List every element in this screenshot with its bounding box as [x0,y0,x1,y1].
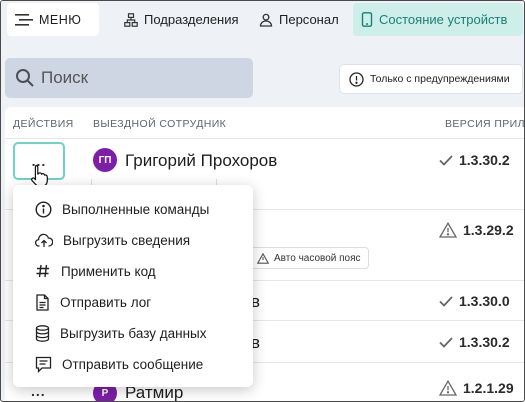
menu-item-send-log[interactable]: Отправить лог [13,287,253,317]
menu-item-label: Применить код [61,263,156,279]
app-version: 1.2.1.29 [439,380,514,396]
nav-devices-label: Состояние устройств [379,12,508,27]
nav-item-device-status[interactable]: Состояние устройств [353,3,523,36]
hierarchy-icon [124,12,138,27]
menu-item-label: Выгрузить базу данных [60,325,207,341]
info-circle-icon [35,200,52,218]
hash-icon [36,264,49,278]
message-icon [35,356,52,373]
column-header-actions[interactable]: ДЕЙСТВИЯ [13,118,74,130]
row-actions-menu: Выполненные команды Выгрузить сведения П… [13,185,253,387]
warnings-only-filter[interactable]: Только с предупреждениями [339,64,523,94]
check-icon [439,295,453,307]
app-version-value: 1.3.30.2 [459,334,510,350]
menu-item-apply-code[interactable]: Применить код [13,256,253,286]
menu-item-upload-info[interactable]: Выгрузить сведения [13,225,253,255]
nav-units-label: Подразделения [144,12,239,27]
menu-item-send-message[interactable]: Отправить сообщение [13,349,253,379]
nav-staff-label: Персонал [279,12,339,27]
menu-item-label: Выполненные команды [62,201,210,217]
app-version-value: 1.3.30.2 [459,152,510,168]
app-version-value: 1.2.1.29 [463,380,514,396]
search-icon [16,69,34,87]
check-icon [439,154,453,166]
menu-label: МЕНЮ [39,12,82,27]
timezone-chip-label: Авто часовой пояс [274,252,361,264]
menu-item-label: Отправить лог [60,294,152,310]
table-header: ДЕЙСТВИЯ ВЫЕЗДНОЙ СОТРУДНИК ВЕРСИЯ ПРИЛО [5,107,524,139]
app-version-value: 1.3.29.2 [463,222,514,238]
menu-item-label: Выгрузить сведения [63,232,191,248]
employee-name[interactable]: Григорий Прохоров [125,151,277,171]
warning-triangle-icon [257,252,269,264]
document-icon [36,293,49,311]
timezone-chip: Авто часовой пояс [249,247,369,269]
search-placeholder: Поиск [41,68,89,87]
app-version: 1.3.30.0 [439,293,510,309]
avatar: ГП [93,148,117,172]
warning-triangle-icon [439,222,457,238]
database-icon [35,324,50,342]
app-version-value: 1.3.30.0 [459,293,510,309]
app-version: 1.3.30.2 [439,152,510,168]
warning-triangle-icon [439,380,457,396]
check-icon [439,336,453,348]
column-header-app-version[interactable]: ВЕРСИЯ ПРИЛО [445,118,524,130]
menu-button[interactable]: МЕНЮ [7,3,99,36]
menu-item-upload-database[interactable]: Выгрузить базу данных [13,318,253,348]
person-icon [259,13,273,27]
cloud-upload-icon [35,233,53,247]
menu-item-executed-commands[interactable]: Выполненные команды [13,194,253,224]
hamburger-icon [15,13,33,26]
column-header-employee[interactable]: ВЫЕЗДНОЙ СОТРУДНИК [93,118,226,130]
phone-icon [361,12,373,27]
nav-item-staff[interactable]: Персонал [251,3,347,36]
alert-circle-icon [349,71,364,87]
app-window: МЕНЮ Подразделения Персонал Состояние ус… [0,0,525,402]
nav-item-units[interactable]: Подразделения [116,3,247,36]
menu-item-label: Отправить сообщение [62,356,204,372]
search-input[interactable]: Поиск [5,58,253,98]
app-version: 1.3.30.2 [439,334,510,350]
top-nav: МЕНЮ Подразделения Персонал Состояние ус… [1,1,524,39]
warnings-only-label: Только с предупреждениями [370,73,510,85]
app-version: 1.3.29.2 [439,222,514,238]
